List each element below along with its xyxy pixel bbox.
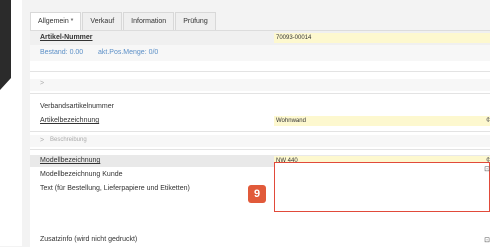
divider: [30, 149, 490, 150]
tab-bar: Allgemein * Verkauf Information Prüfung: [30, 12, 217, 31]
divider: [30, 131, 490, 132]
modellbezeichnung-kunde-label: Modellbezeichnung Kunde: [40, 171, 123, 178]
zusatzinfo-row: Zusatzinfo (wird nicht gedruckt) ⊡: [30, 234, 490, 246]
akt-pos-menge-text: akt.Pos.Menge: 0/0: [98, 49, 159, 56]
beschreibung-label[interactable]: Beschreibung: [50, 137, 87, 143]
article-panel: Allgemein * Verkauf Information Prüfung …: [30, 8, 490, 247]
tab-verkauf[interactable]: Verkauf: [82, 12, 123, 31]
left-dark-bar: [0, 0, 11, 78]
tab-pruefung[interactable]: Prüfung: [175, 12, 216, 31]
expand-icon[interactable]: ⊡: [484, 236, 490, 244]
verbandsartikelnummer-row: Verbandsartikelnummer: [30, 101, 490, 113]
tab-allgemein[interactable]: Allgemein *: [30, 12, 82, 31]
artikel-nummer-row: Artikel-Nummer 70093-00014: [30, 31, 490, 45]
verbandsartikelnummer-label: Verbandsartikelnummer: [40, 103, 114, 110]
bestand-row: Bestand: 0.00 akt.Pos.Menge: 0/0: [30, 45, 490, 61]
chevron-right-icon[interactable]: >: [40, 80, 44, 87]
chevron-right-icon[interactable]: >: [40, 137, 44, 144]
divider: [30, 71, 490, 72]
text-textarea[interactable]: [274, 162, 490, 212]
left-dark-bar-tip: [0, 78, 11, 90]
modellbezeichnung-label: Modellbezeichnung: [40, 157, 101, 164]
bestand-text: Bestand: 0.00: [40, 49, 84, 56]
verbandsartikelnummer-field[interactable]: [274, 102, 490, 112]
edit-icon[interactable]: ¢: [486, 117, 490, 124]
tab-information[interactable]: Information: [123, 12, 175, 31]
zusatzinfo-label: Zusatzinfo (wird nicht gedruckt): [40, 236, 138, 243]
divider: [30, 93, 490, 94]
artikel-nummer-field[interactable]: 70093-00014: [274, 33, 490, 43]
beschreibung-row: > Beschreibung: [30, 135, 490, 147]
text-label: Text (für Bestellung, Lieferpapiere und …: [40, 185, 190, 192]
expand-icon[interactable]: ⊡: [484, 165, 490, 173]
artikelbezeichnung-row: Artikelbezeichnung Wohnwand ¢: [30, 115, 490, 127]
artikelbezeichnung-label: Artikelbezeichnung: [40, 117, 100, 124]
collapse-row: >: [30, 79, 490, 91]
article-form: Artikel-Nummer 70093-00014 Bestand: 0.00…: [30, 30, 490, 247]
artikelbezeichnung-field[interactable]: Wohnwand: [274, 116, 490, 126]
artikel-nummer-label: Artikel-Nummer: [40, 34, 93, 41]
step-callout-badge: 9: [248, 185, 266, 203]
